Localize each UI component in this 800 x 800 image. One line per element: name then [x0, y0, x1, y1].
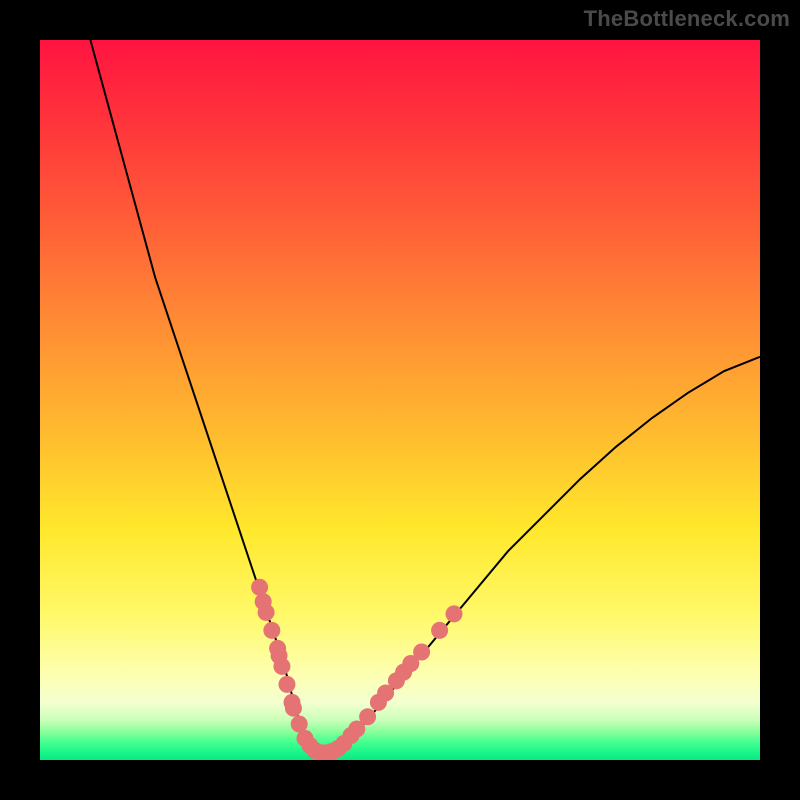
data-marker — [258, 604, 275, 621]
marker-group — [251, 579, 462, 760]
chart-svg — [40, 40, 760, 760]
data-marker — [273, 658, 290, 675]
data-marker — [446, 605, 463, 622]
data-marker — [431, 622, 448, 639]
plot-area — [40, 40, 760, 760]
data-marker — [413, 644, 430, 661]
data-marker — [359, 708, 376, 725]
data-marker — [278, 676, 295, 693]
chart-frame: TheBottleneck.com — [0, 0, 800, 800]
watermark-text: TheBottleneck.com — [584, 6, 790, 32]
data-marker — [285, 700, 302, 717]
data-marker — [263, 622, 280, 639]
data-marker — [251, 579, 268, 596]
